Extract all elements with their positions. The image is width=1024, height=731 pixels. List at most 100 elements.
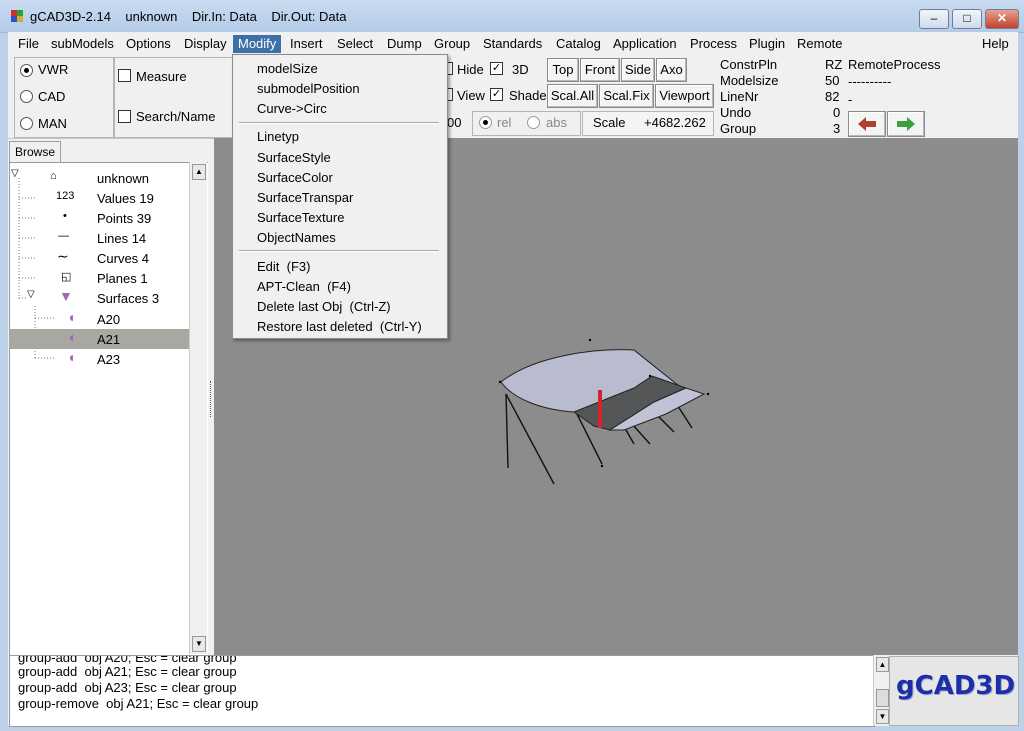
top-view-button[interactable]: Top <box>547 58 579 82</box>
curve-icon: ∼ <box>57 248 69 264</box>
menu-item-restore-last[interactable]: Restore last deleted (Ctrl-Y) <box>257 319 422 334</box>
search-checkbox[interactable] <box>118 110 131 123</box>
menu-item-curve-circ[interactable]: Curve->Circ <box>257 101 327 116</box>
tree-item-unknown[interactable]: ⌂ unknown <box>9 168 189 188</box>
measure-checkbox[interactable] <box>118 69 131 82</box>
menu-modify[interactable]: Modify <box>233 35 282 53</box>
plane-icon: ◱ <box>61 271 72 283</box>
close-button[interactable]: ✕ <box>985 9 1019 29</box>
menu-item-surface-color[interactable]: SurfaceColor <box>257 170 333 185</box>
tree-item-a20[interactable]: ◖ A20 <box>9 309 189 329</box>
menu-item-modelsize[interactable]: modelSize <box>257 61 318 76</box>
scroll-down-icon[interactable]: ▼ <box>192 636 206 652</box>
menu-group[interactable]: Group <box>429 35 475 53</box>
modelsize-value: 50 <box>825 73 840 88</box>
tree-item-values[interactable]: 123 Values 19 <box>9 188 189 208</box>
cad-radio[interactable] <box>20 90 33 103</box>
model-icon: ⌂ <box>50 170 57 182</box>
menu-item-submodel-position[interactable]: submodelPosition <box>257 81 360 96</box>
shade-label: Shade <box>509 88 547 103</box>
tree-item-a21[interactable]: ◖ A21 <box>9 329 189 349</box>
menu-insert[interactable]: Insert <box>285 35 328 53</box>
menu-item-apt-clean[interactable]: APT-Clean (F4) <box>257 279 351 294</box>
maximize-button[interactable]: □ <box>952 9 982 29</box>
scroll-up-icon[interactable]: ▲ <box>192 164 206 180</box>
menu-item-surface-style[interactable]: SurfaceStyle <box>257 150 331 165</box>
measure-label: Measure <box>136 69 187 84</box>
tree-label: Lines 14 <box>97 231 147 246</box>
tree-item-surfaces[interactable]: ▼ Surfaces 3 <box>9 288 189 308</box>
values-icon: 123 <box>56 190 75 202</box>
tree-item-points[interactable]: • Points 39 <box>9 208 189 228</box>
group-value: 3 <box>833 121 841 136</box>
menu-item-delete-last[interactable]: Delete last Obj (Ctrl-Z) <box>257 299 391 314</box>
menu-display[interactable]: Display <box>179 35 232 53</box>
shade-checkbox[interactable]: ✓ <box>490 88 503 101</box>
scale-all-button[interactable]: Scal.All <box>547 84 598 108</box>
log-line: group-remove obj A21; Esc = clear group <box>18 696 259 711</box>
abs-radio[interactable] <box>527 116 540 129</box>
hide-label: Hide <box>457 62 484 77</box>
tree-item-planes[interactable]: ◱ Planes 1 <box>9 268 189 288</box>
scale-fix-button[interactable]: Scal.Fix <box>599 84 654 108</box>
undo-back-button[interactable] <box>848 111 886 137</box>
scale-value: +4682.262 <box>644 115 706 130</box>
menu-plugin[interactable]: Plugin <box>744 35 790 53</box>
scroll-up-icon[interactable]: ▲ <box>876 657 889 672</box>
side-view-button[interactable]: Side <box>621 58 655 82</box>
remote-process-line2: - <box>848 92 853 107</box>
app-icon <box>11 10 23 22</box>
tree-item-curves[interactable]: ∼ Curves 4 <box>9 248 189 268</box>
console-scrollbar[interactable]: ▲ ▼ <box>873 655 890 725</box>
menu-bar: File subModels Options Display Modify In… <box>8 32 1018 54</box>
3d-checkbox[interactable]: ✓ <box>490 62 503 75</box>
arrow-left-icon <box>858 117 876 131</box>
tree-item-lines[interactable]: — Lines 14 <box>9 228 189 248</box>
man-radio[interactable] <box>20 117 33 130</box>
menu-file[interactable]: File <box>13 35 44 53</box>
menu-options[interactable]: Options <box>121 35 176 53</box>
3d-label: 3D <box>512 62 529 77</box>
scroll-thumb[interactable] <box>876 689 889 707</box>
browse-tab[interactable]: Browse <box>9 141 61 162</box>
menu-item-object-names[interactable]: ObjectNames <box>257 230 336 245</box>
log-line: group-add obj A23; Esc = clear group <box>18 680 237 695</box>
tree-label: Curves 4 <box>97 251 150 266</box>
menu-remote[interactable]: Remote <box>792 35 848 53</box>
rel-radio[interactable] <box>479 116 492 129</box>
front-view-button[interactable]: Front <box>580 58 620 82</box>
message-console[interactable]: group-add obj A20; Esc = clear group gro… <box>9 655 875 727</box>
tree-label: Surfaces 3 <box>97 291 160 306</box>
surface-icon: ◖ <box>67 309 76 325</box>
tree-item-a23[interactable]: ◖ A23 <box>9 349 189 369</box>
minimize-button[interactable]: – <box>919 9 949 29</box>
abs-label: abs <box>546 115 567 130</box>
menu-standards[interactable]: Standards <box>478 35 547 53</box>
menu-item-surface-texture[interactable]: SurfaceTexture <box>257 210 344 225</box>
tree-scrollbar[interactable]: ▲ ▼ <box>189 162 207 654</box>
menu-application[interactable]: Application <box>608 35 682 53</box>
vwr-radio[interactable] <box>20 64 33 77</box>
tree-label: Points 39 <box>97 211 152 226</box>
viewport-button[interactable]: Viewport <box>655 84 714 108</box>
menu-submodels[interactable]: subModels <box>46 35 119 53</box>
tree-label: A21 <box>97 332 121 347</box>
scale-label: Scale <box>593 115 626 130</box>
menu-item-edit[interactable]: Edit (F3) <box>257 259 310 274</box>
menu-process[interactable]: Process <box>685 35 742 53</box>
window-title: gCAD3D-2.14 unknown Dir.In: Data Dir.Out… <box>30 9 347 24</box>
gcad3d-logo: gCAD3D <box>896 671 1016 701</box>
menu-help[interactable]: Help <box>977 35 1014 53</box>
menu-item-linetyp[interactable]: Linetyp <box>257 129 299 144</box>
menu-select[interactable]: Select <box>332 35 378 53</box>
menu-item-surface-transpar[interactable]: SurfaceTranspar <box>257 190 353 205</box>
axo-view-button[interactable]: Axo <box>656 58 687 82</box>
view-label: View <box>457 88 485 103</box>
rel-label: rel <box>497 115 512 130</box>
line-icon: — <box>58 230 69 242</box>
menu-dump[interactable]: Dump <box>382 35 427 53</box>
surface-icon: ▼ <box>59 288 73 304</box>
redo-forward-button[interactable] <box>887 111 925 137</box>
menu-catalog[interactable]: Catalog <box>551 35 606 53</box>
scroll-down-icon[interactable]: ▼ <box>876 709 889 724</box>
